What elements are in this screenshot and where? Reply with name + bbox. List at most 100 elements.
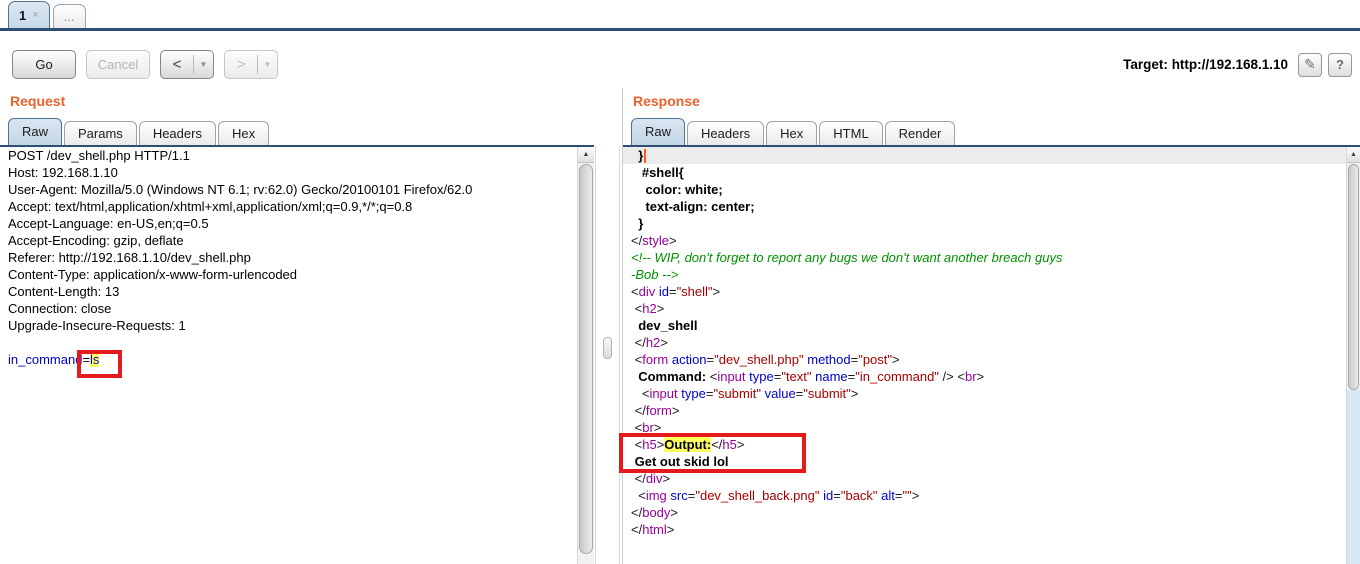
code-segment: </ [631, 471, 646, 486]
help-button[interactable]: ? [1328, 53, 1352, 77]
text-cursor [644, 149, 646, 163]
response-panel: Response RawHeadersHexHTMLRender } #shel… [622, 88, 1360, 564]
code-line: Referer: http://192.168.1.10/dev_shell.p… [0, 249, 577, 266]
tab-headers[interactable]: Headers [687, 121, 764, 145]
code-segment: name [815, 369, 848, 384]
code-segment: type [749, 369, 774, 384]
code-line: } [623, 147, 1346, 164]
divider-grip-icon[interactable] [603, 337, 612, 359]
code-segment: > [657, 301, 665, 316]
forward-arrow-icon[interactable]: > [225, 56, 257, 73]
back-arrow-icon[interactable]: < [161, 56, 193, 73]
code-segment: in_command [8, 352, 82, 367]
tab-hex[interactable]: Hex [766, 121, 817, 145]
tab-params[interactable]: Params [64, 121, 137, 145]
code-line: Content-Type: application/x-www-form-url… [0, 266, 577, 283]
code-segment: > [662, 471, 670, 486]
edit-target-button[interactable]: ✎ [1298, 53, 1322, 77]
tab-headers[interactable]: Headers [139, 121, 216, 145]
code-segment: "submit" [803, 386, 851, 401]
back-dropdown-icon[interactable]: ▼ [194, 60, 213, 69]
code-segment: </ [631, 403, 646, 418]
code-segment: Accept-Encoding: gzip, deflate [8, 233, 184, 248]
tab-raw[interactable]: Raw [631, 118, 685, 145]
code-segment: br [965, 369, 977, 384]
code-segment: id [659, 284, 669, 299]
code-segment: </ [631, 505, 642, 520]
code-segment: dev_shell [631, 318, 697, 333]
response-scrollbar-thumb[interactable] [1348, 164, 1359, 390]
code-line: Accept-Language: en-US,en;q=0.5 [0, 215, 577, 232]
code-segment: color: white; [631, 182, 723, 197]
code-segment: > [892, 352, 900, 367]
code-line: </body> [623, 504, 1346, 521]
code-segment: < [957, 369, 965, 384]
code-segment: > [977, 369, 985, 384]
code-segment: Content-Type: application/x-www-form-url… [8, 267, 297, 282]
response-editor[interactable]: } #shell{ color: white; text-align: cent… [623, 147, 1346, 564]
code-segment: value [765, 386, 796, 401]
request-tab-strip: RawParamsHeadersHex [8, 117, 594, 145]
response-title: Response [633, 93, 700, 109]
repeater-tab-new-label: ... [64, 9, 75, 24]
code-line: Host: 192.168.1.10 [0, 164, 577, 181]
question-icon: ? [1336, 57, 1344, 72]
code-line: Connection: close [0, 300, 577, 317]
code-segment: > [660, 335, 668, 350]
code-segment: body [642, 505, 670, 520]
tab-html[interactable]: HTML [819, 121, 882, 145]
request-scrollbar[interactable]: ▲ [577, 147, 594, 564]
code-segment: "shell" [677, 284, 713, 299]
code-line: <h2> [623, 300, 1346, 317]
code-segment: id [823, 488, 833, 503]
code-line: </html> [623, 521, 1346, 538]
code-segment: > [669, 233, 677, 248]
code-segment: alt [881, 488, 895, 503]
go-button[interactable]: Go [12, 50, 76, 79]
repeater-tab-1[interactable]: 1 × [8, 1, 50, 28]
code-segment: -Bob --> [631, 267, 678, 282]
code-segment: < [631, 284, 639, 299]
request-title: Request [10, 93, 65, 109]
response-tab-strip: RawHeadersHexHTMLRender [631, 117, 1360, 145]
request-scrollbar-thumb[interactable] [579, 164, 593, 554]
tab-hex[interactable]: Hex [218, 121, 269, 145]
code-segment: > [713, 284, 721, 299]
code-segment: Command: [631, 369, 710, 384]
code-segment: Accept-Language: en-US,en;q=0.5 [8, 216, 209, 231]
scroll-up-icon[interactable]: ▲ [578, 147, 594, 163]
cancel-button[interactable]: Cancel [86, 50, 150, 79]
code-line: } [623, 215, 1346, 232]
forward-button[interactable]: > ▼ [224, 50, 278, 79]
code-segment: < [631, 386, 649, 401]
code-line: #shell{ [623, 164, 1346, 181]
target-label: Target: http://192.168.1.10 [1123, 57, 1288, 72]
code-segment: POST /dev_shell.php HTTP/1.1 [8, 148, 190, 163]
code-line: text-align: center; [623, 198, 1346, 215]
code-segment: html [642, 522, 667, 537]
code-segment: "text" [781, 369, 811, 384]
code-line: Accept-Encoding: gzip, deflate [0, 232, 577, 249]
close-icon[interactable]: × [32, 9, 38, 21]
code-segment: = [833, 488, 841, 503]
tab-render[interactable]: Render [885, 121, 956, 145]
code-segment: method [807, 352, 850, 367]
code-line: User-Agent: Mozilla/5.0 (Windows NT 6.1;… [0, 181, 577, 198]
code-segment: form [642, 352, 668, 367]
forward-dropdown-icon[interactable]: ▼ [258, 60, 277, 69]
code-segment: Content-Length: 13 [8, 284, 119, 299]
repeater-tab-1-label: 1 [19, 8, 26, 23]
request-panel: Request RawParamsHeadersHex POST /dev_sh… [0, 88, 594, 564]
code-segment: Accept: text/html,application/xhtml+xml,… [8, 199, 412, 214]
tab-raw[interactable]: Raw [8, 118, 62, 145]
response-scrollbar[interactable]: ▲ [1346, 147, 1360, 564]
code-segment: src [670, 488, 687, 503]
panel-divider[interactable] [594, 88, 622, 564]
response-scrollbar-track[interactable] [1347, 390, 1360, 564]
repeater-tab-new[interactable]: ... [53, 4, 86, 28]
code-segment: input [649, 386, 677, 401]
code-segment: img [646, 488, 667, 503]
code-line: </h2> [623, 334, 1346, 351]
scroll-up-icon[interactable]: ▲ [1347, 147, 1360, 163]
back-button[interactable]: < ▼ [160, 50, 214, 79]
